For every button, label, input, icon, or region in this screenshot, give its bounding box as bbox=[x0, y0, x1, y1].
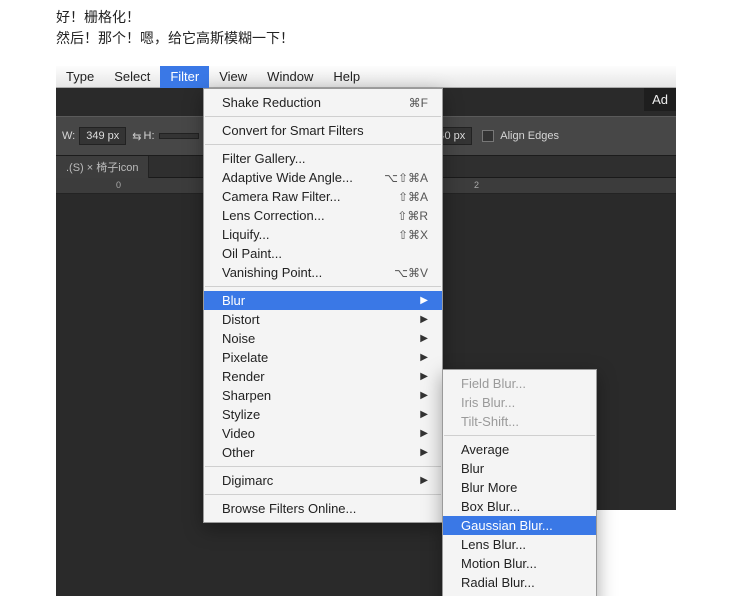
submenu-arrow-icon: ▶ bbox=[420, 295, 428, 306]
menu-item-lens-blur[interactable]: Lens Blur... bbox=[443, 535, 596, 554]
submenu-arrow-icon: ▶ bbox=[420, 447, 428, 458]
menu-separator bbox=[205, 494, 441, 495]
menu-window[interactable]: Window bbox=[257, 66, 323, 88]
menu-item-iris-blur[interactable]: Iris Blur... bbox=[443, 393, 596, 412]
submenu-arrow-icon: ▶ bbox=[420, 428, 428, 439]
menu-separator bbox=[205, 286, 441, 287]
top-right-label: Ad bbox=[644, 88, 676, 111]
submenu-arrow-icon: ▶ bbox=[420, 409, 428, 420]
width-label: W: bbox=[62, 130, 75, 142]
menu-item-lens-correction[interactable]: Lens Correction... ⇧⌘R bbox=[204, 206, 442, 225]
menu-item-shape-blur[interactable]: Shape Blur... bbox=[443, 592, 596, 596]
ruler-mark-0: 0 bbox=[116, 180, 121, 190]
filter-menu-dropdown: Shake Reduction ⌘F Convert for Smart Fil… bbox=[203, 88, 443, 523]
menu-item-render[interactable]: Render ▶ bbox=[204, 367, 442, 386]
submenu-arrow-icon: ▶ bbox=[420, 371, 428, 382]
instruction-caption: 好！栅格化！ 然后！那个！嗯，给它高斯模糊一下！ bbox=[0, 0, 731, 52]
menu-item-browse-filters[interactable]: Browse Filters Online... bbox=[204, 499, 442, 518]
submenu-arrow-icon: ▶ bbox=[420, 475, 428, 486]
menu-item-stylize[interactable]: Stylize ▶ bbox=[204, 405, 442, 424]
menu-separator bbox=[205, 466, 441, 467]
menu-item-noise[interactable]: Noise ▶ bbox=[204, 329, 442, 348]
menu-item-filter-gallery[interactable]: Filter Gallery... bbox=[204, 149, 442, 168]
submenu-arrow-icon: ▶ bbox=[420, 333, 428, 344]
menu-item-vanishing-point[interactable]: Vanishing Point... ⌥⌘V bbox=[204, 263, 442, 282]
submenu-arrow-icon: ▶ bbox=[420, 352, 428, 363]
menu-filter[interactable]: Filter bbox=[160, 66, 209, 88]
menu-item-average[interactable]: Average bbox=[443, 440, 596, 459]
menu-item-camera-raw[interactable]: Camera Raw Filter... ⇧⌘A bbox=[204, 187, 442, 206]
submenu-arrow-icon: ▶ bbox=[420, 390, 428, 401]
menu-item-box-blur[interactable]: Box Blur... bbox=[443, 497, 596, 516]
caption-line-1: 好！栅格化！ bbox=[56, 8, 719, 29]
menu-item-convert-smart[interactable]: Convert for Smart Filters bbox=[204, 121, 442, 140]
photoshop-window: Ad W: 349 px ⇆ H: adius: 40 px Align Edg… bbox=[56, 66, 676, 596]
ruler-mark-2: 2 bbox=[474, 180, 479, 190]
menu-item-gaussian-blur[interactable]: Gaussian Blur... bbox=[443, 516, 596, 535]
height-field[interactable] bbox=[159, 133, 199, 139]
menu-type[interactable]: Type bbox=[56, 66, 104, 88]
menu-separator bbox=[444, 435, 595, 436]
align-edges-checkbox[interactable] bbox=[482, 130, 494, 142]
menu-item-blur-more[interactable]: Blur More bbox=[443, 478, 596, 497]
width-field[interactable]: 349 px bbox=[79, 127, 126, 145]
menu-item-video[interactable]: Video ▶ bbox=[204, 424, 442, 443]
menu-help[interactable]: Help bbox=[323, 66, 370, 88]
menu-item-motion-blur[interactable]: Motion Blur... bbox=[443, 554, 596, 573]
caption-line-2: 然后！那个！嗯，给它高斯模糊一下！ bbox=[56, 29, 719, 50]
menu-item-distort[interactable]: Distort ▶ bbox=[204, 310, 442, 329]
menu-item-blur[interactable]: Blur bbox=[443, 459, 596, 478]
menu-item-blur[interactable]: Blur ▶ bbox=[204, 291, 442, 310]
menu-item-adaptive-wide-angle[interactable]: Adaptive Wide Angle... ⌥⇧⌘A bbox=[204, 168, 442, 187]
menu-item-sharpen[interactable]: Sharpen ▶ bbox=[204, 386, 442, 405]
document-tab[interactable]: .(S) × 椅子icon bbox=[56, 156, 149, 178]
submenu-arrow-icon: ▶ bbox=[420, 314, 428, 325]
menu-item-oil-paint[interactable]: Oil Paint... bbox=[204, 244, 442, 263]
swap-icon[interactable]: ⇆ bbox=[132, 130, 141, 143]
menu-view[interactable]: View bbox=[209, 66, 257, 88]
menu-item-tilt-shift[interactable]: Tilt-Shift... bbox=[443, 412, 596, 431]
menu-bar: Type Select Filter View Window Help bbox=[56, 66, 676, 88]
menu-item-shake-reduction[interactable]: Shake Reduction ⌘F bbox=[204, 93, 442, 112]
menu-item-pixelate[interactable]: Pixelate ▶ bbox=[204, 348, 442, 367]
blur-submenu: Field Blur... Iris Blur... Tilt-Shift...… bbox=[442, 369, 597, 596]
menu-item-radial-blur[interactable]: Radial Blur... bbox=[443, 573, 596, 592]
menu-item-digimarc[interactable]: Digimarc ▶ bbox=[204, 471, 442, 490]
menu-item-other[interactable]: Other ▶ bbox=[204, 443, 442, 462]
menu-item-liquify[interactable]: Liquify... ⇧⌘X bbox=[204, 225, 442, 244]
align-edges-label: Align Edges bbox=[500, 130, 559, 142]
menu-separator bbox=[205, 144, 441, 145]
height-label: H: bbox=[144, 130, 155, 142]
menu-item-field-blur[interactable]: Field Blur... bbox=[443, 374, 596, 393]
menu-select[interactable]: Select bbox=[104, 66, 160, 88]
menu-separator bbox=[205, 116, 441, 117]
